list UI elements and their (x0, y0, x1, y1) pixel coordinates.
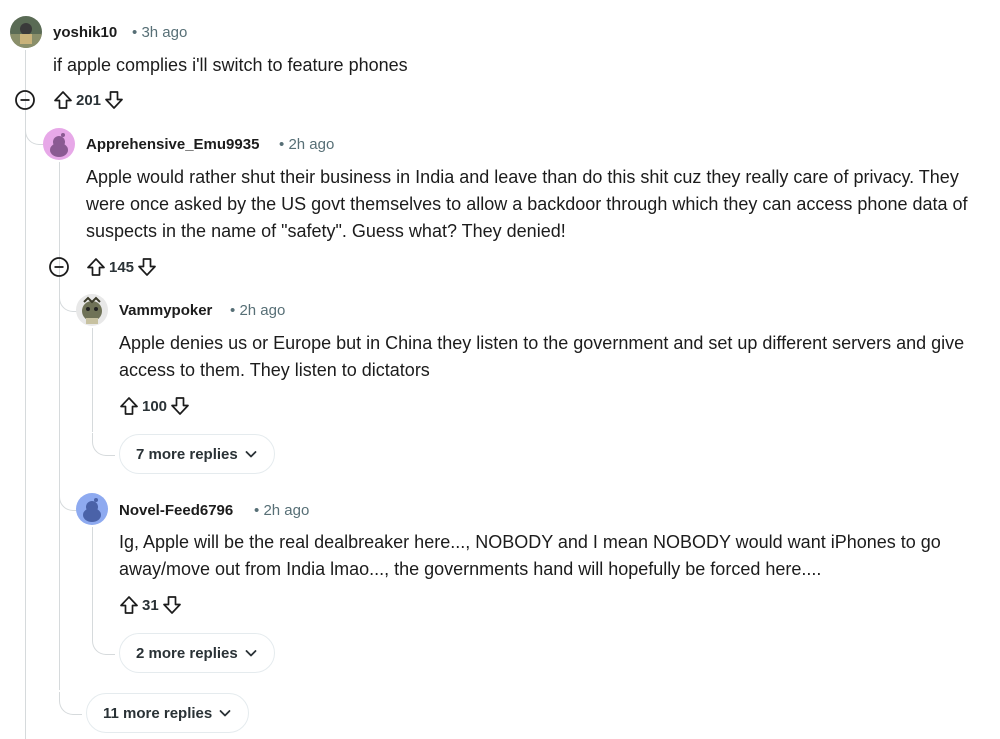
vote-count: 201 (76, 91, 102, 109)
arrow-up-outline-icon (87, 258, 105, 276)
arrow-up-outline-icon (120, 397, 138, 415)
comment-timestamp: • 2h ago (254, 502, 309, 519)
upvote-button[interactable] (118, 594, 140, 616)
chevron-down-icon (245, 451, 257, 458)
comment-body: if apple complies i'll switch to feature… (53, 55, 408, 75)
thread-line-reply1b (92, 527, 93, 632)
downvote-button[interactable] (136, 256, 158, 278)
downvote-button[interactable] (161, 594, 183, 616)
separator-dot: • (132, 24, 138, 41)
more-replies-button[interactable]: 2 more replies (119, 633, 275, 673)
comment-author[interactable]: Apprehensive_Emu9935 (86, 136, 259, 153)
upvote-button[interactable] (118, 395, 140, 417)
vote-bar: 145 (85, 255, 158, 279)
timestamp: 3h ago (141, 24, 188, 41)
thread-line-root (25, 50, 26, 739)
thread-line-reply1 (59, 162, 60, 690)
chevron-down-icon (245, 650, 257, 657)
comment-author[interactable]: Vammypoker (119, 302, 212, 319)
thread-branch-more-2 (92, 632, 115, 655)
timestamp: 2h ago (239, 302, 286, 319)
comment-author[interactable]: Novel-Feed6796 (119, 502, 233, 519)
avatar[interactable] (43, 128, 75, 160)
comment-author[interactable]: yoshik10 (53, 24, 117, 41)
arrow-down-outline-icon (105, 91, 123, 109)
separator-dot: • (254, 502, 260, 519)
comment-timestamp: • 3h ago (132, 24, 187, 41)
comment-body: Apple denies us or Europe but in China t… (119, 333, 965, 380)
more-replies-button[interactable]: 11 more replies (86, 693, 250, 733)
arrow-up-outline-icon (120, 596, 138, 614)
separator-dot: • (230, 302, 236, 319)
minus-circle-icon[interactable] (48, 256, 70, 278)
more-replies-label: 7 more replies (136, 445, 238, 463)
timestamp: 2h ago (288, 136, 335, 153)
upvote-button[interactable] (52, 89, 74, 111)
thread-branch-more-11 (59, 692, 82, 715)
comment-body: Ig, Apple will be the real dealbreaker h… (119, 532, 941, 579)
upvote-button[interactable] (85, 256, 107, 278)
arrow-up-outline-icon (54, 91, 72, 109)
vote-count: 145 (109, 258, 135, 276)
avatar[interactable] (76, 294, 108, 326)
avatar[interactable] (10, 16, 42, 48)
chevron-down-icon (219, 710, 231, 717)
comment-timestamp: • 2h ago (230, 302, 285, 319)
downvote-button[interactable] (169, 395, 191, 417)
comment-body: Apple would rather shut their business i… (86, 167, 968, 241)
timestamp: 2h ago (263, 502, 310, 519)
more-replies-button[interactable]: 7 more replies (119, 434, 275, 474)
arrow-down-outline-icon (162, 596, 181, 614)
vote-count: 31 (142, 596, 159, 614)
separator-dot: • (279, 136, 285, 153)
more-replies-label: 2 more replies (136, 644, 238, 662)
downvote-button[interactable] (103, 89, 125, 111)
vote-count: 100 (142, 397, 168, 415)
vote-bar: 201 (52, 88, 125, 112)
minus-circle-icon[interactable] (14, 89, 36, 111)
arrow-down-outline-icon (138, 258, 156, 276)
vote-bar: 100 (118, 394, 191, 418)
avatar[interactable] (76, 493, 108, 525)
arrow-down-outline-icon (171, 397, 189, 415)
more-replies-label: 11 more replies (103, 704, 213, 722)
thread-line-reply1a (92, 328, 93, 432)
vote-bar: 31 (118, 593, 183, 617)
thread-branch-more-7 (92, 433, 115, 456)
comment-timestamp: • 2h ago (279, 136, 334, 153)
